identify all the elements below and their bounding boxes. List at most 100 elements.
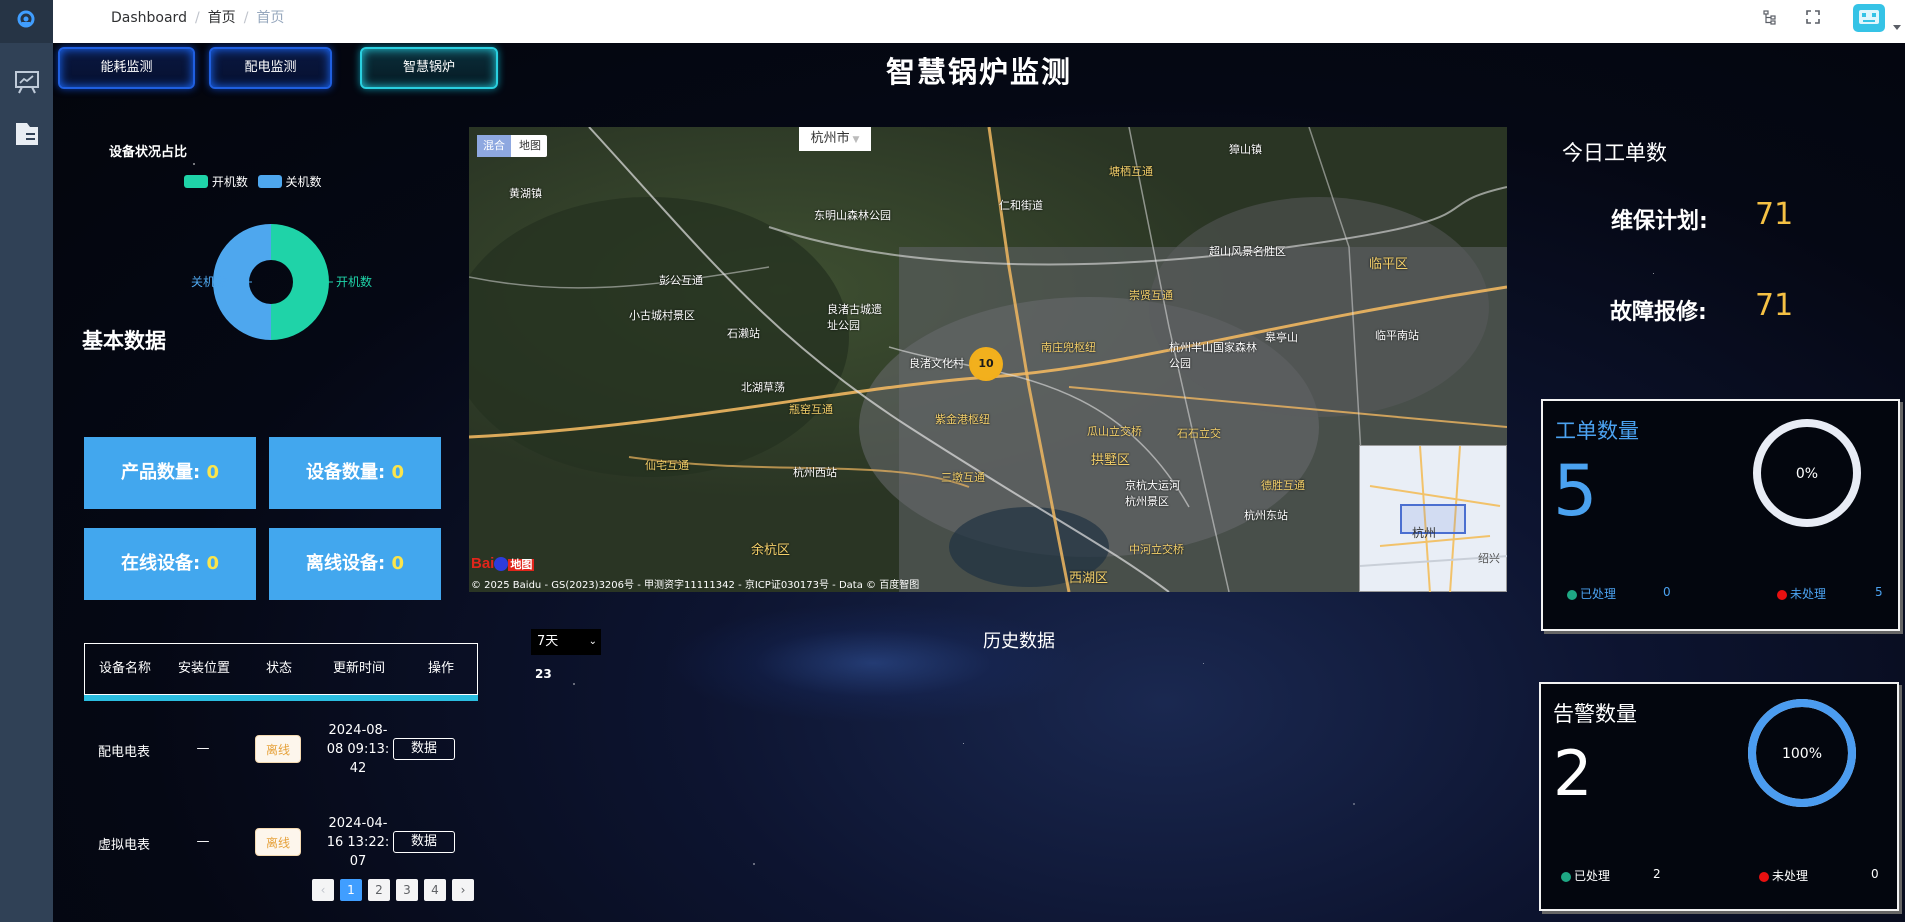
map-label: 中河立交桥: [1129, 543, 1184, 556]
row2-data-button[interactable]: 数据: [393, 831, 455, 853]
col-location: 安装位置: [177, 661, 230, 676]
done-dot: [1561, 871, 1571, 882]
done-label: 已处理: [1580, 587, 1617, 601]
work-order-percent: 0%: [1796, 466, 1818, 482]
today-orders-title: 今日工单数: [1562, 141, 1667, 165]
nebula-glow: [663, 603, 1083, 723]
presentation-icon[interactable]: [13, 68, 41, 96]
breadcrumb-home[interactable]: 首页: [208, 10, 236, 26]
map-label: 紫金港枢纽: [935, 413, 990, 426]
fullscreen-icon[interactable]: [1805, 9, 1821, 25]
map-mode-hybrid[interactable]: 混合: [477, 135, 511, 157]
map-label: 杭州东站: [1244, 509, 1288, 522]
range-select-value: 7天: [537, 634, 559, 649]
dashboard-main: 能耗监测 配电监测 智慧锅炉 智慧锅炉监测 设备状况占比 开机数 关机数 关机数…: [53, 43, 1905, 922]
baidu-logo-suffix: 地图: [508, 559, 535, 571]
pagination-prev[interactable]: ‹: [312, 879, 334, 901]
map-overview-inset[interactable]: 杭州 绍兴: [1359, 445, 1507, 592]
map-label: 瓶窑互通: [789, 403, 833, 416]
map-label: 杭州西站: [793, 466, 837, 479]
device-status-title: 设备状况占比: [109, 145, 188, 160]
page-title: 智慧锅炉监测: [885, 55, 1072, 89]
map-label: 崇贤互通: [1129, 289, 1173, 302]
star: [1203, 663, 1204, 664]
undone-label: 未处理: [1790, 587, 1827, 601]
work-order-undone-value: 5: [1875, 585, 1883, 599]
online-device-card: 在线设备: 0: [84, 528, 256, 600]
undone-dot: [1777, 589, 1787, 600]
breadcrumb-separator: /: [194, 10, 200, 26]
map-label: 北湖草荡: [741, 381, 785, 394]
top-header: Dashboard / 首页 / 首页: [53, 0, 1905, 43]
map-copyright: © 2025 Baidu - GS(2023)3206号 - 甲测资字11111…: [471, 580, 920, 591]
row1-status-badge: 离线: [255, 735, 301, 763]
baidu-map[interactable]: 混合 地图 杭州市 ▼ 10 东明山森林公园 彭公互通 小古城村景区 石濑站 良…: [469, 127, 1507, 592]
pagination-page-1[interactable]: 1: [340, 879, 362, 901]
work-order-ring: 0%: [1753, 419, 1861, 527]
pagination-page-4[interactable]: 4: [424, 879, 446, 901]
undone-label: 未处理: [1772, 869, 1809, 883]
row2-status-badge: 离线: [255, 828, 301, 856]
breadcrumb-separator: /: [243, 10, 249, 26]
device-table-header: 设备名称 安装位置 状态 更新时间 操作: [84, 643, 478, 695]
sidebar: [0, 0, 53, 922]
time-line: 2024-04-: [328, 816, 388, 831]
col-status: 状态: [265, 661, 292, 676]
row1-location: —: [196, 741, 210, 756]
baidu-logo: Bai 地图: [471, 555, 535, 572]
alarm-title: 告警数量: [1553, 702, 1637, 726]
done-label: 已处理: [1574, 869, 1611, 883]
map-mode-map[interactable]: 地图: [513, 135, 547, 157]
map-label: 彭公互通: [659, 274, 703, 287]
legend-on-label[interactable]: 开机数: [212, 175, 248, 189]
history-title: 历史数据: [983, 631, 1055, 652]
chart-legend: 开机数 关机数: [184, 173, 322, 189]
pagination-page-3[interactable]: 3: [396, 879, 418, 901]
document-icon[interactable]: [13, 120, 41, 148]
layout-tree-icon[interactable]: [1762, 9, 1778, 25]
row1-update-time: 2024-08- 08 09:13: 42: [314, 721, 402, 778]
pagination-next[interactable]: ›: [452, 879, 474, 901]
star: [963, 743, 964, 744]
star: [753, 863, 755, 865]
map-label: 东明山森林公园: [814, 209, 891, 222]
alarm-done-value: 2: [1653, 867, 1661, 881]
history-range-select[interactable]: 7天 ⌄: [531, 629, 601, 655]
col-update-time: 更新时间: [332, 661, 385, 676]
map-label: 仁和街道: [999, 199, 1043, 212]
caret-down-icon[interactable]: [1892, 24, 1902, 32]
dashboard-icon[interactable]: [16, 8, 36, 28]
product-count-card: 产品数量: 0: [84, 437, 256, 509]
map-city-label: 杭州市: [810, 131, 850, 146]
pie-label-off: 关机数: [191, 274, 227, 289]
map-label: 石濑站: [727, 327, 760, 340]
map-label: 三墩互通: [941, 471, 985, 484]
offline-device-card: 离线设备: 0: [269, 528, 441, 600]
card-value: 0: [391, 553, 404, 574]
map-label: 皋亭山: [1265, 331, 1298, 344]
legend-off-label[interactable]: 关机数: [286, 175, 322, 189]
legend-swatch-on: [184, 175, 208, 188]
star: [573, 683, 575, 685]
map-label: 瓜山立交桥: [1087, 425, 1142, 438]
pagination-page-2[interactable]: 2: [368, 879, 390, 901]
alarm-undone: 未处理: [1759, 867, 1808, 884]
map-label: 杭州半山国家森林公园: [1169, 341, 1257, 370]
pie-label-on: 开机数: [336, 274, 372, 289]
row1-device-name: 配电电表: [97, 745, 150, 760]
row1-data-button[interactable]: 数据: [393, 738, 455, 760]
map-cluster-marker[interactable]: 10: [969, 347, 1003, 381]
card-label: 离线设备:: [306, 553, 392, 574]
map-label: 良渚文化村: [909, 357, 964, 370]
breadcrumb-dashboard[interactable]: Dashboard: [111, 10, 187, 26]
inset-label: 杭州: [1412, 526, 1437, 540]
time-line: 2024-08-: [328, 723, 388, 738]
legend-swatch-off: [257, 175, 282, 188]
map-label: 塘栖互通: [1109, 165, 1153, 178]
time-line: 42: [349, 761, 367, 776]
work-order-panel: 工单数量 5 0% 已处理 0 未处理 5: [1541, 399, 1900, 631]
map-label: 京杭大运河杭州景区: [1125, 479, 1180, 508]
map-label: 拱墅区: [1091, 453, 1131, 468]
map-city-select[interactable]: 杭州市 ▼: [799, 127, 871, 151]
user-avatar[interactable]: [1851, 2, 1889, 34]
